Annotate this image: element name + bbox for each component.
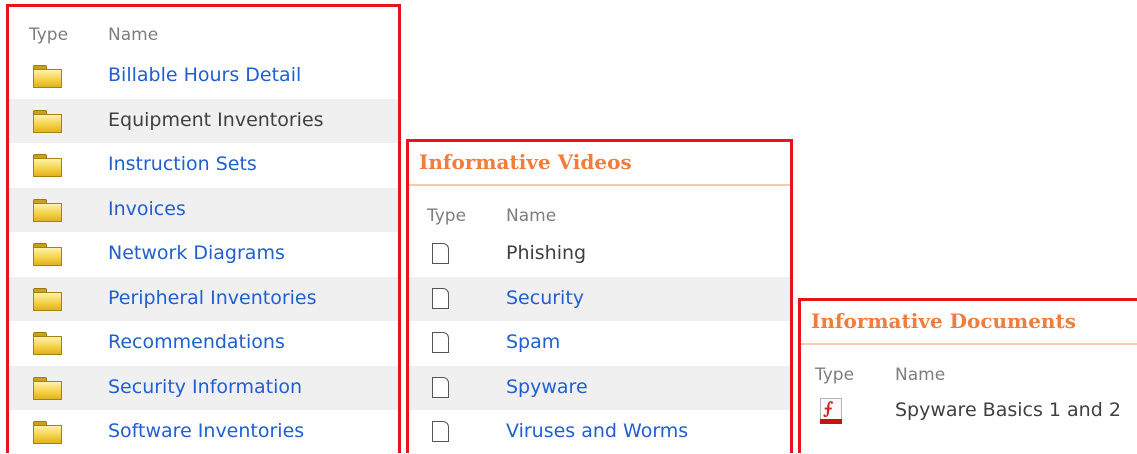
informative-documents-panel: Informative Documents Type Name ⨍ Spyware… [798,298,1137,453]
folder-icon [33,109,62,133]
list-item[interactable]: Peripheral Inventories [9,276,398,321]
document-icon [432,332,449,353]
section-title[interactable]: Informative Videos [419,150,632,174]
list-item[interactable]: Phishing [409,232,790,276]
list-item[interactable]: Security Information [9,365,398,410]
list-item[interactable]: Invoices [9,187,398,232]
item-name[interactable]: Software Inventories [108,420,304,442]
item-name[interactable]: Security [506,287,584,309]
list-item[interactable]: Recommendations [9,321,398,365]
item-name[interactable]: Instruction Sets [108,153,257,175]
item-name[interactable]: Viruses and Worms [506,420,688,442]
section-title[interactable]: Informative Documents [811,309,1076,333]
list-item[interactable]: Network Diagrams [9,232,398,276]
list-item[interactable]: Spam [409,321,790,365]
document-icon [432,287,449,309]
folders-panel: Type Name Billable Hours Detail Equipment… [6,4,401,453]
column-header-name[interactable]: Name [108,25,158,45]
item-name[interactable]: Spyware Basics 1 and 2 [895,399,1121,421]
item-name[interactable]: Billable Hours Detail [108,64,301,86]
item-name[interactable]: Recommendations [108,331,285,353]
folder-icon [33,154,62,177]
document-icon [432,376,449,398]
list-item[interactable]: Billable Hours Detail [9,54,398,98]
folder-icon [33,421,62,444]
column-header-name[interactable]: Name [506,206,556,226]
item-name[interactable]: Spyware [506,376,588,398]
list-item[interactable]: Software Inventories [9,410,398,454]
list-item[interactable]: Viruses and Worms [409,410,790,454]
column-header-type[interactable]: Type [427,206,466,226]
item-name[interactable]: Peripheral Inventories [108,287,317,309]
folder-icon [33,376,62,400]
folder-icon [33,198,62,222]
column-header-row: Type Name [9,13,398,59]
informative-videos-panel: Informative Videos Type Name Phishing Sec… [406,139,793,453]
item-name[interactable]: Security Information [108,376,302,398]
folder-icon [33,243,62,266]
item-name[interactable]: Spam [506,331,560,353]
document-icon [432,243,449,264]
title-divider [409,184,790,186]
pdf-icon: ⨍ [820,398,842,424]
folder-icon [33,332,62,355]
folder-icon [33,65,62,88]
item-name[interactable]: Network Diagrams [108,242,285,264]
list-item[interactable]: Spyware [409,365,790,410]
item-name[interactable]: Equipment Inventories [108,109,324,131]
item-name[interactable]: Phishing [506,242,586,264]
list-item[interactable]: ⨍ Spyware Basics 1 and 2 [801,389,1137,433]
list-item[interactable]: Security [409,276,790,321]
document-icon [432,421,449,442]
list-item[interactable]: Instruction Sets [9,143,398,187]
item-name[interactable]: Invoices [108,198,186,220]
list-item[interactable]: Equipment Inventories [9,98,398,143]
title-divider [801,343,1137,345]
column-header-name[interactable]: Name [895,365,945,385]
column-header-type[interactable]: Type [29,25,68,45]
column-header-type[interactable]: Type [815,365,854,385]
folder-icon [33,287,62,311]
